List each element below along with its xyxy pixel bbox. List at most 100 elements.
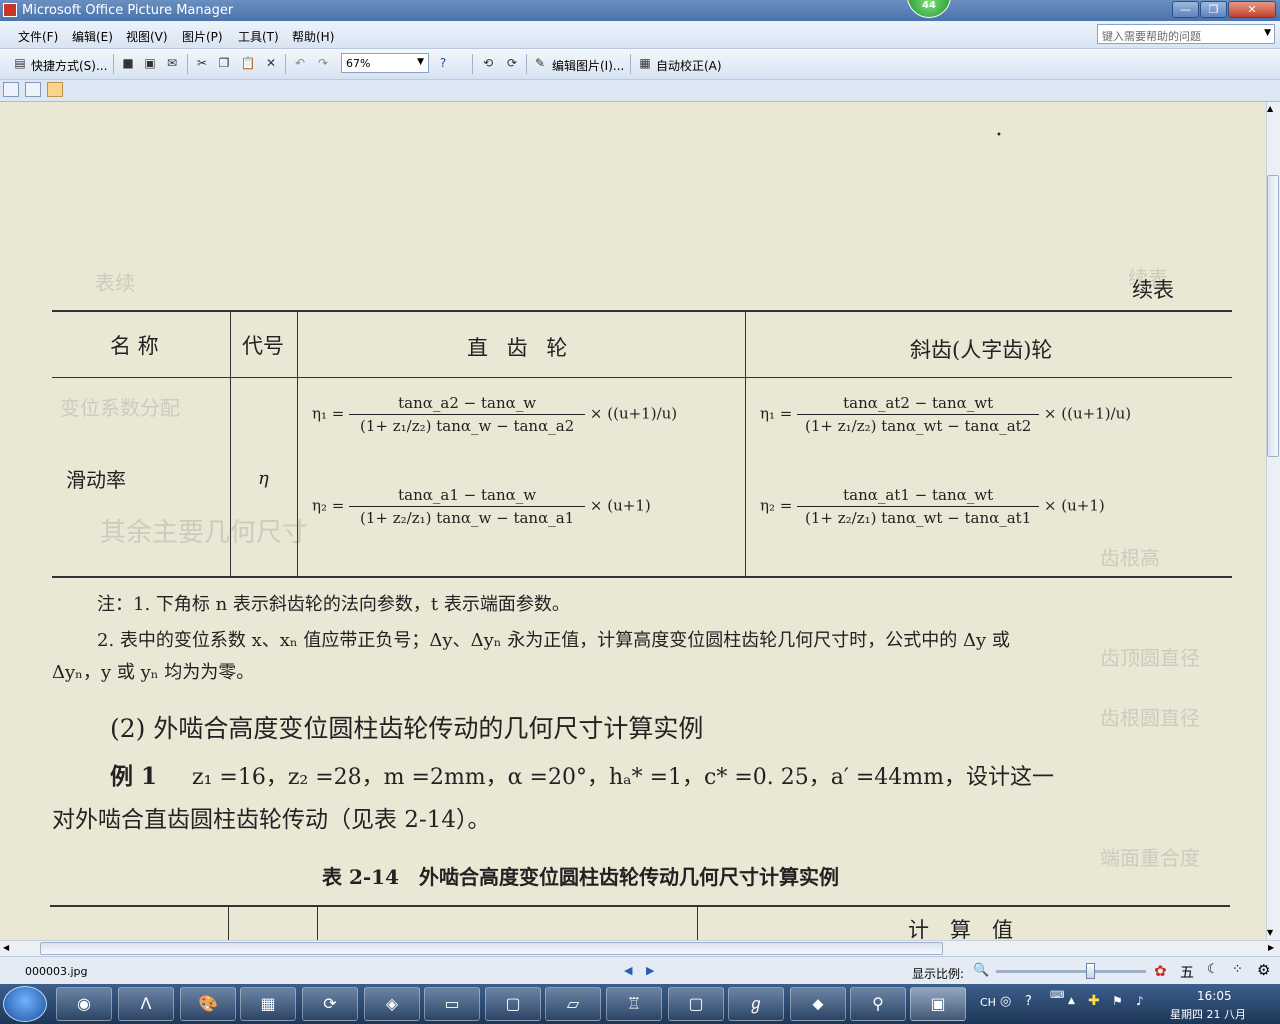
taskbar-app-icon[interactable]: Λ [118, 987, 174, 1021]
search-tool-icon[interactable]: ⚲ [850, 987, 906, 1021]
language-indicator[interactable]: CH [980, 996, 996, 1009]
single-picture-view-button[interactable] [47, 82, 63, 97]
toolbar-separator [526, 54, 527, 74]
help-search-input[interactable]: 键入需要帮助的问题 ▼ [1097, 24, 1275, 44]
view-toolbar [0, 80, 1280, 102]
add-tray-icon[interactable]: ✚ [1088, 993, 1100, 1009]
clock-time[interactable]: 16:05 [1197, 989, 1232, 1003]
table-caption: 表 2-14 外啮合高度变位圆柱齿轮传动几何尺寸计算实例 [322, 865, 840, 889]
calculator-icon[interactable]: ▦ [240, 987, 296, 1021]
flag-icon[interactable]: ⚑ [1112, 994, 1123, 1008]
delete-icon[interactable]: ✕ [263, 56, 279, 71]
menu-file[interactable]: 文件(F) [18, 28, 58, 45]
window-icon[interactable]: ▢ [485, 987, 541, 1021]
media-icon[interactable]: ◈ [364, 987, 420, 1021]
picture-manager-task[interactable]: ▣ [910, 987, 966, 1021]
edit-picture-icon[interactable]: ✎ [532, 56, 548, 71]
email-icon[interactable]: ✉ [164, 56, 180, 71]
minimize-button[interactable]: — [1172, 1, 1199, 18]
clock-date[interactable]: 星期四 21 八月 [1170, 1006, 1246, 1022]
paint-palette-icon[interactable]: 🎨 [180, 987, 236, 1021]
zoom-select[interactable]: 67% ▼ [341, 53, 429, 73]
menu-tools[interactable]: 工具(T) [238, 28, 279, 45]
keyboard-icon[interactable]: ⌨ [1050, 990, 1064, 1001]
folder-icon[interactable]: ▭ [424, 987, 480, 1021]
chevron-down-icon[interactable]: ▼ [1264, 28, 1271, 38]
cut-icon[interactable]: ✂ [194, 56, 210, 71]
auto-correct-button[interactable]: 自动校正(A) [656, 57, 722, 74]
start-button[interactable] [3, 986, 47, 1022]
redo-icon[interactable]: ↷ [315, 56, 331, 71]
table-header-rule [52, 377, 1232, 378]
filmstrip-view-button[interactable] [25, 82, 41, 97]
thumbnail-view-button[interactable] [3, 82, 19, 97]
scroll-down-icon[interactable]: ▼ [1267, 928, 1273, 937]
formula-tail: × ((u+1)/u) [1043, 404, 1132, 423]
copy-icon[interactable]: ❐ [216, 56, 232, 71]
shortcuts-icon[interactable]: ▤ [12, 56, 28, 71]
bleed-through-text: 变位系数分配 [60, 396, 180, 420]
table-col-divider [745, 311, 746, 577]
menu-view[interactable]: 视图(V) [126, 28, 168, 45]
toolbar-separator [285, 54, 286, 74]
bleed-through-text: 其余主要几何尺寸 [100, 518, 309, 548]
edit-picture-button[interactable]: 编辑图片(I)... [552, 57, 624, 74]
volume-icon[interactable]: ♪ [1136, 994, 1144, 1008]
paste-icon[interactable]: 📋 [240, 56, 256, 71]
note-2a: 2. 表中的变位系数 x、xₙ 值应带正负号；Δy、Δyₙ 永为正值，计算高度变… [97, 630, 1010, 651]
table2-col-divider [317, 906, 318, 940]
pdf-icon[interactable]: ⬥ [790, 987, 846, 1021]
show-hidden-icons[interactable]: ▲ [1068, 996, 1075, 1006]
tray-icon[interactable]: ◎ [1000, 994, 1011, 1009]
close-button[interactable]: ✕ [1228, 1, 1276, 18]
app-icon[interactable] [3, 3, 17, 17]
menu-help[interactable]: 帮助(H) [292, 28, 334, 45]
horizontal-scroll-thumb[interactable] [40, 942, 943, 955]
taskbar-app-icon[interactable]: ◉ [56, 987, 112, 1021]
help-icon[interactable]: ? [435, 56, 451, 71]
continued-label: 续表 [1132, 278, 1174, 302]
settings-gear-icon[interactable]: ⚙ [1257, 961, 1270, 979]
toolbar: ▤ 快捷方式(S)... ■ ▣ ✉ ✂ ❐ 📋 ✕ ↶ ↷ 67% ▼ ? ⟲… [0, 49, 1280, 80]
table2-header-values: 计 算 值 [908, 918, 1013, 940]
help-search-placeholder: 键入需要帮助的问题 [1102, 30, 1201, 43]
previous-picture-icon[interactable]: ◀ [624, 964, 632, 977]
maximize-button[interactable]: ❐ [1200, 1, 1227, 18]
print-icon[interactable]: ▣ [142, 56, 158, 71]
document-icon[interactable]: ▱ [545, 987, 601, 1021]
formula-denominator: (1+ z₂/z₁) tanα_w − tanα_a1 [360, 509, 575, 527]
picture-viewer[interactable]: 表续 续表 变位系数分配 其余主要几何尺寸 齿根高 齿顶圆直径 齿根圆直径 端面… [0, 102, 1266, 940]
title-bar[interactable]: Microsoft Office Picture Manager 44 — ❐ … [0, 0, 1280, 21]
paw-icon[interactable]: ✿ [1154, 962, 1167, 980]
qq-icon[interactable]: ℊ [728, 987, 784, 1021]
zoom-slider-thumb[interactable] [1086, 963, 1095, 979]
punctuation-icon[interactable]: ⁘ [1232, 962, 1243, 977]
helical-formula-eta1: η₁ = tanα_at2 − tanα_wt (1+ z₁/z₂) tanα_w… [760, 394, 1131, 435]
shortcuts-button[interactable]: 快捷方式(S)... [31, 57, 107, 74]
menu-picture[interactable]: 图片(P) [182, 28, 223, 45]
window-icon[interactable]: ▢ [668, 987, 724, 1021]
zoom-out-icon[interactable]: 🔍 [973, 963, 989, 978]
notification-badge[interactable]: 44 [907, 0, 951, 18]
section-heading: (2) 外啮合高度变位圆柱齿轮传动的几何尺寸计算实例 [110, 714, 704, 743]
auto-correct-icon[interactable]: ▦ [637, 56, 653, 71]
scroll-up-icon[interactable]: ▲ [1267, 104, 1273, 113]
undo-icon[interactable]: ↶ [292, 56, 308, 71]
scroll-left-icon[interactable]: ◀ [3, 943, 9, 952]
utility-icon[interactable]: ♖ [606, 987, 662, 1021]
moon-icon[interactable]: ☾ [1207, 962, 1219, 977]
next-picture-icon[interactable]: ▶ [646, 964, 654, 977]
helical-formula-eta2: η₂ = tanα_at1 − tanα_wt (1+ z₂/z₁) tanα_w… [760, 486, 1105, 527]
save-icon[interactable]: ■ [120, 56, 136, 71]
scroll-right-icon[interactable]: ▶ [1268, 943, 1274, 952]
menu-edit[interactable]: 编辑(E) [72, 28, 113, 45]
zoom-slider-track[interactable] [996, 970, 1146, 973]
browser-icon[interactable]: ⟳ [302, 987, 358, 1021]
help-tray-icon[interactable]: ? [1025, 994, 1032, 1009]
formula-lhs: η₁ = [312, 404, 345, 423]
ime-mode-label[interactable]: 五 [1180, 962, 1194, 982]
rotate-right-icon[interactable]: ⟳ [504, 56, 520, 71]
rotate-left-icon[interactable]: ⟲ [480, 56, 496, 71]
vertical-scroll-thumb[interactable] [1267, 175, 1279, 457]
chevron-down-icon[interactable]: ▼ [417, 57, 424, 67]
